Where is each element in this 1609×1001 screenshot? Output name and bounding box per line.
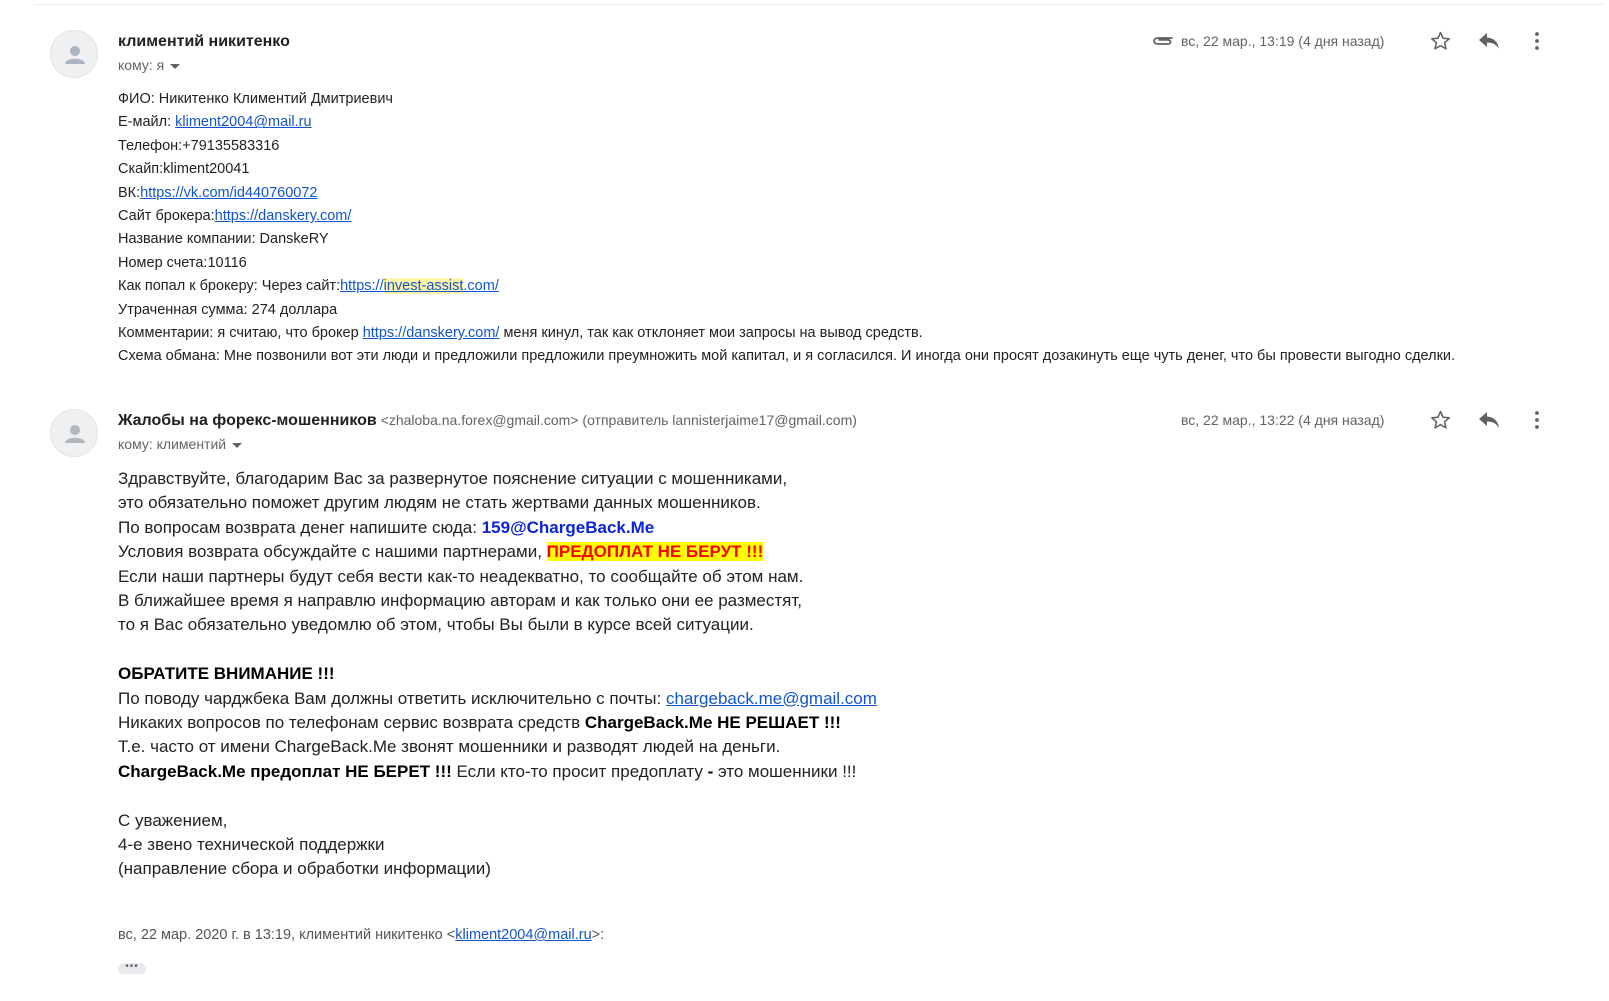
body-line: Название компании: DanskeRY [118,231,329,248]
bold-text: ChargeBack.Me НЕ РЕШАЕТ !!! [584,713,841,733]
body-line: Сайт брокера:https://danskery.com/ [118,205,1538,228]
body-line: Условия возврата обсуждайте с нашими пар… [118,540,1418,564]
chevron-down-icon [170,63,181,69]
chargeback-email-link[interactable]: chargeback.me@gmail.com [666,689,877,708]
body-line: Никаких вопросов по телефонам сервис воз… [118,711,1418,735]
quoted-header: вс, 22 мар. 2020 г. в 13:19, климентий н… [118,927,604,943]
sender-address: <zhaloba.na.forex@gmail.com> (отправител… [376,412,857,428]
recipient-label: кому: я [118,57,165,73]
body-line: ChargeBack.Me предоплат НЕ БЕРЕТ !!! Есл… [118,760,1418,784]
body-text: Условия возврата обсуждайте с нашими пар… [118,542,547,562]
recipient-dropdown[interactable]: кому: я [118,57,181,73]
vk-label: ВК: [118,184,141,201]
body-line: Номер счета:10116 [118,254,247,271]
signature-line: 4-е звено технической поддержки [118,835,385,855]
chargeback-address: 159@ChargeBack.Me [481,517,655,537]
body-line: По вопросам возврата денег напишите сюда… [118,516,1418,540]
recipient-label: кому: климентий [118,436,227,452]
message-date[interactable]: вс, 22 мар., 13:19 (4 дня назад) [1181,33,1384,49]
email-link[interactable]: kliment2004@mail.ru [175,114,311,130]
bold-text: ChargeBack.Me предоплат НЕ БЕРЕТ !!! [118,761,452,781]
sender-display-name: Жалобы на форекс-мошенников [118,412,377,429]
vk-link[interactable]: https://vk.com/id440760072 [140,185,317,201]
more-vert-icon[interactable] [1533,31,1541,51]
body-text: По вопросам возврата денег напишите сюда… [118,517,482,537]
person-icon [65,46,85,64]
broker-site-label: Сайт брокера: [118,208,215,225]
body-line: Скайп:kliment20041 [118,161,250,178]
body-line: ВК:https://vk.com/id440760072 [118,182,1538,205]
paperclip-icon [1153,37,1173,45]
quote-text: вс, 22 мар. 2020 г. в 13:19, климентий н… [118,927,456,943]
body-line: Как попал к брокеру: Через сайт:https://… [118,275,1538,298]
body-text: Никаких вопросов по телефонам сервис воз… [118,713,585,733]
how-label: Как попал к брокеру: Через сайт: [118,278,341,295]
quoted-email-link[interactable]: kliment2004@mail.ru [455,927,591,943]
star-icon[interactable] [1429,409,1452,431]
show-trimmed-content-button[interactable]: ••• [118,962,146,974]
body-line: ФИО: Никитенко Климентий Дмитриевич [118,91,393,107]
body-line: Если наши партнеры будут себя вести как-… [118,566,804,586]
recipient-dropdown[interactable]: кому: климентий [118,436,243,452]
signature-line: (направление сбора и обработки информаци… [118,859,491,879]
sender-name[interactable]: климентий никитенко [118,33,290,51]
body-text: это мошенники !!! [713,761,857,781]
body-line: Схема обмана: Мне позвонили вот эти люди… [118,348,1456,365]
message-1-body: ФИО: Никитенко Климентий Дмитриевич E-ма… [118,88,1538,369]
message-date[interactable]: вс, 22 мар., 13:22 (4 дня назад) [1181,412,1384,428]
link-part: .com/ [463,278,499,295]
sender-avatar[interactable] [50,409,98,457]
comment-link[interactable]: https://danskery.com/ [363,325,500,341]
broker-site-link[interactable]: https://danskery.com/ [215,208,352,224]
sender-name[interactable]: Жалобы на форекс-мошенников <zhaloba.na.… [118,412,857,430]
body-line: Т.е. часто от имени ChargeBack.Me звонят… [118,737,781,757]
body-line: то я Вас обязательно уведомлю об этом, ч… [118,615,754,635]
person-icon [65,425,85,443]
message-2-body: Здравствуйте, благодарим Вас за разверну… [118,467,1418,882]
highlighted-term: invest-assist [383,278,464,295]
chevron-down-icon [232,442,243,448]
more-vert-icon[interactable] [1533,410,1541,430]
star-icon[interactable] [1429,30,1452,52]
invest-assist-link[interactable]: https://invest-assist.com/ [340,278,499,295]
body-text: Если кто-то просит предоплату [451,761,708,781]
body-line: E-майл: kliment2004@mail.ru [118,111,1538,134]
attention-heading: ОБРАТИТЕ ВНИМАНИЕ !!! [118,664,335,684]
reply-icon[interactable] [1477,410,1501,430]
top-divider [34,4,1604,5]
no-prepayment-warning: ПРЕДОПЛАТ НЕ БЕРУТ !!! [546,542,764,562]
body-line: это обязательно поможет другим людям не … [118,493,761,513]
email-label: E-майл: [118,114,176,131]
body-line: По поводу чарджбека Вам должны ответить … [118,687,1418,711]
reply-icon[interactable] [1477,31,1501,51]
body-line: Телефон:+79135583316 [118,137,280,154]
quote-text: >: [591,927,605,943]
body-line: Утраченная сумма: 274 доллара [118,301,338,318]
comment-text: Комментарии: я считаю, что брокер [118,325,363,342]
comment-text: меня кинул, так как отклоняет мои запрос… [499,325,923,342]
body-line: Здравствуйте, благодарим Вас за разверну… [118,469,788,488]
body-line: В ближайшее время я направлю информацию … [118,591,803,611]
sender-avatar[interactable] [50,30,98,78]
link-part: https:// [340,278,384,295]
body-line: Комментарии: я считаю, что брокер https:… [118,322,1538,345]
signature-line: С уважением, [118,810,228,830]
body-text: По поводу чарджбека Вам должны ответить … [118,688,666,708]
